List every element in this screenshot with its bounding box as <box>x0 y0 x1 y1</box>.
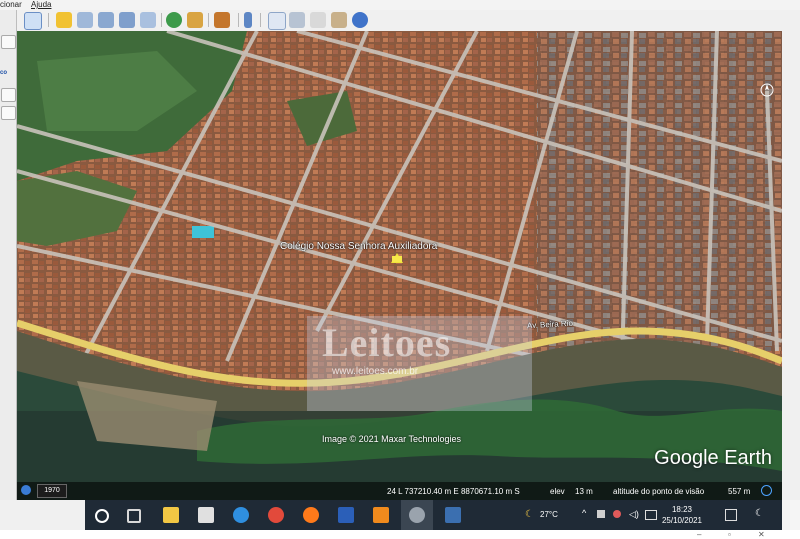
weather-temp[interactable]: 27°C <box>540 510 558 519</box>
toolbar-separator <box>161 13 162 27</box>
toolbar <box>16 10 782 32</box>
eye-altitude-label: altitude do ponto de visão <box>613 487 705 496</box>
map-view[interactable]: Colégio Nossa Senhora Auxiliadora Av. Be… <box>17 31 782 500</box>
clock[interactable]: 18:23 25/10/2021 <box>657 504 707 526</box>
menu-bar: cionar Ajuda <box>0 0 800 10</box>
tour-icon[interactable] <box>140 12 156 28</box>
eye-altitude-value: 557 m <box>728 487 751 496</box>
clock-date: 25/10/2021 <box>661 516 703 525</box>
imagery-copyright: Image © 2021 Maxar Technologies <box>322 434 462 444</box>
toolbar-separator <box>208 13 209 27</box>
placemark-icon[interactable] <box>56 12 72 28</box>
elevation-value: 13 m <box>575 487 593 496</box>
firefox-icon[interactable] <box>303 507 319 523</box>
chrome-icon[interactable] <box>268 507 284 523</box>
watermark: Leitoes www.leitoes.com.br <box>307 316 532 411</box>
elevation-label: elev <box>550 487 565 496</box>
security-icon[interactable] <box>613 510 621 518</box>
task-view-icon[interactable] <box>127 509 141 523</box>
view-in-maps-icon[interactable] <box>331 12 347 28</box>
coordinates-readout: 24 L 737210.40 m E 8870671.10 m S <box>387 487 520 496</box>
windows-ink-icon[interactable]: ☾ <box>755 508 764 519</box>
layers-panel-button[interactable] <box>1 106 16 120</box>
weather-icon[interactable]: ☾ <box>525 509 534 520</box>
menu-item-ajuda[interactable]: Ajuda <box>31 0 51 9</box>
clock-time: 18:23 <box>671 505 693 514</box>
google-earth-logo: Google Earth <box>654 447 772 469</box>
north-compass-icon[interactable] <box>760 83 774 97</box>
sidebar-label: co <box>0 70 8 76</box>
places-panel-button[interactable] <box>1 88 16 102</box>
historical-imagery-icon[interactable] <box>166 12 182 28</box>
planets-icon[interactable] <box>214 12 230 28</box>
photos-icon[interactable] <box>445 507 461 523</box>
imagery-year[interactable]: 1970 <box>37 484 67 498</box>
save-image-icon[interactable] <box>310 12 326 28</box>
file-explorer-icon[interactable] <box>163 507 179 523</box>
email-icon[interactable] <box>268 12 286 30</box>
search-icon[interactable] <box>95 509 109 523</box>
window-bottom-edge <box>0 530 800 539</box>
watermark-url: www.leitoes.com.br <box>332 366 419 377</box>
edge-icon[interactable] <box>233 507 249 523</box>
satellite-imagery <box>17 31 782 500</box>
left-sidebar: co <box>0 10 17 500</box>
volume-icon[interactable]: ◁) <box>629 509 639 520</box>
restore-icon[interactable]: ▫ <box>728 530 731 539</box>
app-icon-orange[interactable] <box>373 507 389 523</box>
app-bottom-right <box>782 500 800 530</box>
search-panel-button[interactable] <box>1 35 16 49</box>
app-bottom-strip <box>0 500 85 530</box>
path-icon[interactable] <box>98 12 114 28</box>
web-icon[interactable] <box>352 12 368 28</box>
sunlight-icon[interactable] <box>187 12 203 28</box>
status-bar: 1970 24 L 737210.40 m E 8870671.10 m S e… <box>17 482 782 500</box>
overlay-icon[interactable] <box>119 12 135 28</box>
globe-icon <box>21 485 31 495</box>
menu-item-selecionar[interactable]: cionar <box>0 0 22 9</box>
notification-icon[interactable] <box>725 509 737 521</box>
word-icon[interactable] <box>338 507 354 523</box>
store-icon[interactable] <box>198 507 214 523</box>
chevron-up-icon[interactable]: ^ <box>582 508 586 518</box>
streaming-indicator-icon <box>761 485 772 496</box>
place-label[interactable]: Colégio Nossa Senhora Auxiliadora <box>280 241 437 252</box>
keyboard-icon[interactable] <box>645 510 657 520</box>
toolbar-separator <box>260 13 261 27</box>
google-earth-task-icon[interactable] <box>409 507 425 523</box>
close-icon[interactable]: ✕ <box>758 530 765 539</box>
toolbar-separator <box>238 13 239 27</box>
ruler-icon[interactable] <box>244 12 252 28</box>
sidebar-toggle-icon[interactable] <box>24 12 42 30</box>
polygon-icon[interactable] <box>77 12 93 28</box>
network-icon[interactable] <box>597 510 605 518</box>
windows-taskbar: ☾ 27°C ^ ◁) 18:23 25/10/2021 ☾ <box>85 500 782 530</box>
watermark-text: Leitoes <box>322 320 452 365</box>
minimize-icon[interactable]: – <box>697 530 701 539</box>
toolbar-separator <box>48 13 49 27</box>
print-icon[interactable] <box>289 12 305 28</box>
